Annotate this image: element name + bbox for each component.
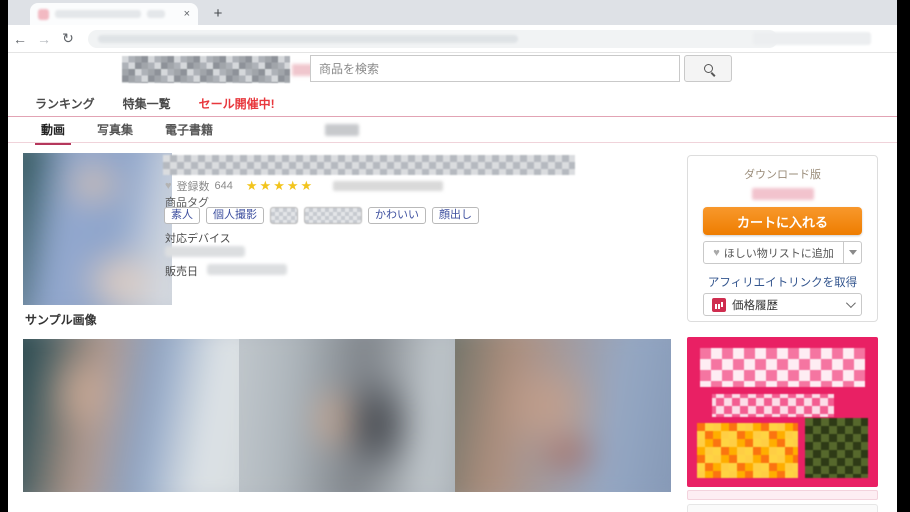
sale-banner-text-row2-redacted [712,394,834,417]
sidebar-bottom-box [687,504,878,512]
sample-image-1-fill [23,339,239,492]
sale-banner-badge-redacted [805,418,868,478]
sample-image-3-blurred[interactable] [455,339,671,492]
bookmark-count-value: 644 [215,180,233,192]
star-rating[interactable]: ★★★★★ [246,178,314,194]
tag-chip[interactable]: 個人撮影 [206,207,264,224]
product-title-redacted [163,155,575,175]
nav-item-ranking[interactable]: ランキング [35,95,95,112]
sample-images-label: サンプル画像 [25,311,97,328]
tag-chip[interactable]: かわいい [368,207,426,224]
wishlist-main[interactable]: ♥ ほしい物リストに追加 [704,242,843,263]
tab-favicon-redacted [38,9,49,20]
release-date-label: 販売日 [165,263,198,279]
sale-banner-sale-text-redacted [697,423,798,479]
nav-item-sale[interactable]: セール開催中! [199,95,275,112]
wishlist-label: ほしい物リストに追加 [724,245,834,261]
search-box [310,55,680,82]
tag-chip[interactable]: 顔出し [432,207,479,224]
tab-photobook[interactable]: 写真集 [93,117,137,142]
release-date-value-redacted [207,264,287,275]
sample-image-3-fill [455,339,671,492]
search-button[interactable] [684,55,732,82]
bookmark-count-label: 登録数 [177,178,210,194]
wishlist-button[interactable]: ♥ ほしい物リストに追加 [703,241,862,264]
site-nav: ランキング 特集一覧 セール開催中! [8,90,897,116]
tab-title-redacted [55,10,141,18]
site-header [8,53,897,88]
toolbar-extensions-redacted [753,32,871,45]
tag-chip[interactable]: 素人 [164,207,200,224]
price-history-label: 価格履歴 [732,297,778,313]
tag-chip-redacted[interactable] [304,207,362,224]
device-label: 対応デバイス [165,230,231,246]
browser-tab-bar: × + [8,0,897,25]
tab-close-icon[interactable]: × [184,9,190,20]
affiliate-link[interactable]: アフィリエイトリンクを取得 [688,274,877,290]
reload-icon[interactable]: ↻ [56,30,80,47]
nav-item-features[interactable]: 特集一覧 [123,95,171,112]
screen: × + ← → ↻ ランキ [0,0,910,512]
price-chart-icon [712,298,726,312]
search-input[interactable] [311,56,679,81]
category-tabs: 動画 写真集 電子書籍 [8,117,897,142]
heart-icon: ♥ [165,180,172,192]
price-redacted [752,188,814,200]
tab-video[interactable]: 動画 [37,117,69,142]
device-value-redacted [165,246,245,257]
tab-title-redacted [147,10,165,18]
wishlist-dropdown-button[interactable] [843,242,861,263]
browser-tab[interactable]: × [30,3,198,25]
add-to-cart-button[interactable]: カートに入れる [703,207,862,235]
sample-image-2-fill [239,339,455,492]
edition-label: ダウンロード版 [688,166,877,182]
tabrow-item-redacted [325,124,359,136]
forward-icon[interactable]: → [32,31,56,47]
rating-extra-redacted [333,181,443,191]
tag-chip-redacted[interactable] [270,207,298,224]
caret-down-icon [849,250,857,255]
sale-banner-redacted[interactable] [687,337,878,487]
sale-banner-text-row1-redacted [700,348,864,387]
heart-icon: ♥ [713,247,720,259]
sample-image-1-blurred[interactable] [23,339,239,492]
chevron-down-icon [846,298,856,308]
back-icon[interactable]: ← [8,31,32,47]
purchase-card: ダウンロード版 カートに入れる ♥ ほしい物リストに追加 アフィリエイトリンクを… [687,155,878,322]
sale-banner-substrip [687,490,878,500]
tab-ebook[interactable]: 電子書籍 [161,117,217,142]
price-history-dropdown[interactable]: 価格履歴 [703,293,862,316]
site-logo-redacted[interactable] [122,56,290,83]
url-redacted [98,35,518,43]
sample-image-2-blurred[interactable] [239,339,455,492]
browser-window: × + ← → ↻ ランキ [8,0,897,512]
rating-row: ♥ 登録数 644 ★★★★★ [165,178,443,194]
product-image-blurred[interactable] [23,153,172,305]
product-tags: 素人 個人撮影 かわいい 顔出し [164,207,479,224]
search-icon [704,64,713,73]
address-bar[interactable] [88,30,778,48]
tabs-divider [8,142,897,143]
new-tab-button[interactable]: + [208,4,228,24]
product-image-fill [23,153,172,305]
